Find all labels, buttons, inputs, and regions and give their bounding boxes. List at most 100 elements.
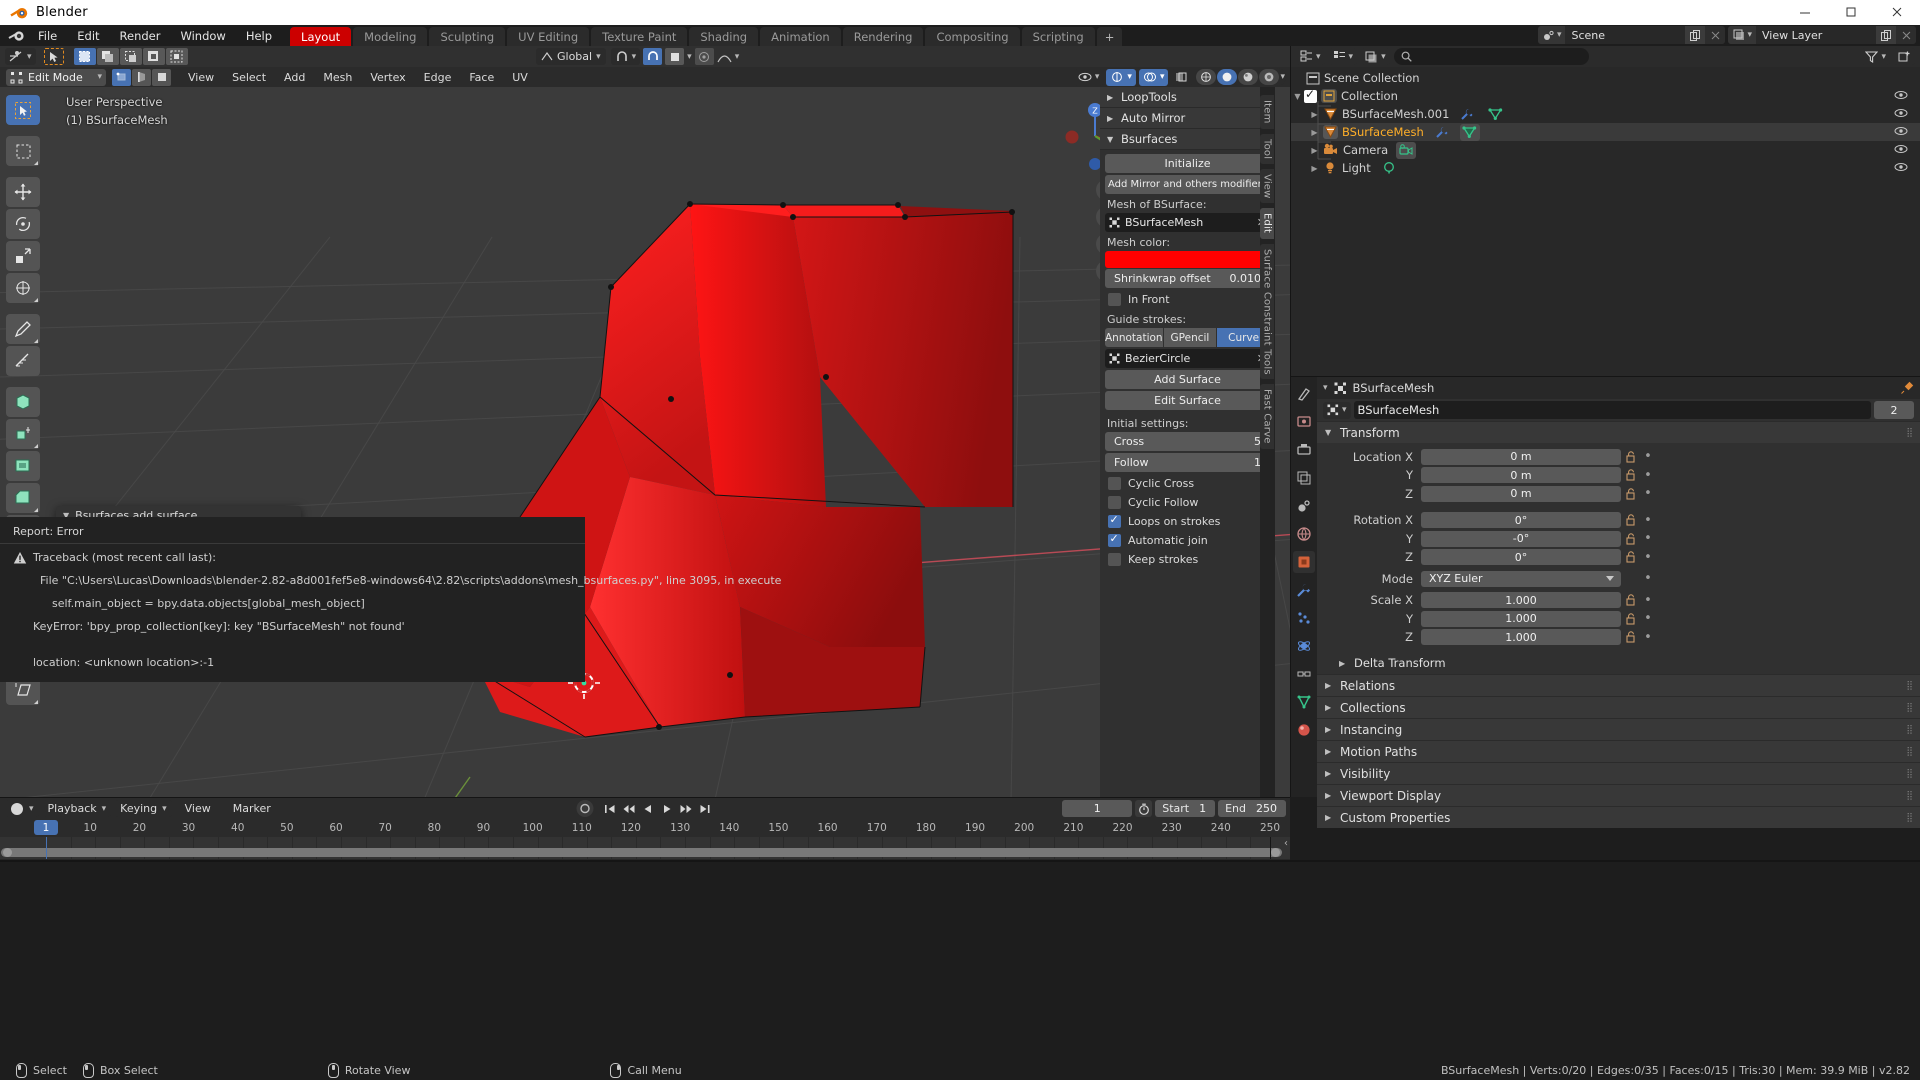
properties-tab-render-icon[interactable] <box>1293 411 1315 433</box>
tab-rendering[interactable]: Rendering <box>842 27 924 46</box>
outliner-row-collection[interactable]: ▼ Collection <box>1291 87 1920 105</box>
frame-end-field[interactable]: End 250 <box>1218 800 1286 817</box>
delete-viewlayer-icon[interactable] <box>1896 26 1916 44</box>
outliner-row-bsurfacemesh-001[interactable]: ▶ BSurfaceMesh.001 <box>1291 105 1920 123</box>
timeline-menu-marker[interactable]: Marker <box>224 802 280 815</box>
properties-tab-view-layer-icon[interactable] <box>1293 467 1315 489</box>
blender-menu-icon[interactable] <box>6 26 28 46</box>
properties-section-relations[interactable]: ▶ Relations ⣿ <box>1317 674 1920 696</box>
vtab-view[interactable]: View <box>1260 168 1274 204</box>
divider[interactable] <box>1291 376 1920 377</box>
new-scene-icon[interactable] <box>1685 26 1706 44</box>
animate-dot-icon[interactable]: • <box>1641 486 1655 501</box>
location-y-input[interactable]: 0 m <box>1421 467 1621 484</box>
properties-section-delta-transform[interactable]: ▶ Delta Transform <box>1317 652 1920 674</box>
menu-edit[interactable]: Edit <box>67 25 109 46</box>
divider[interactable] <box>0 797 1290 798</box>
rotation-mode-dropdown[interactable]: XYZ Euler <box>1421 570 1621 587</box>
menu-help[interactable]: Help <box>236 25 282 46</box>
keying-dropdown[interactable]: Keying ▾ <box>115 800 172 817</box>
properties-section-collections[interactable]: ▶ Collections ⣿ <box>1317 696 1920 718</box>
tool-select-box-icon[interactable] <box>6 136 40 166</box>
tab-annotation[interactable]: Annotation <box>1105 328 1163 347</box>
current-frame-input[interactable]: 1 <box>1062 800 1133 817</box>
tab-sculpting[interactable]: Sculpting <box>429 27 506 46</box>
select-subtract-icon[interactable] <box>119 48 142 65</box>
tab-compositing[interactable]: Compositing <box>925 27 1020 46</box>
timeline-track[interactable]: ‹ <box>0 837 1290 859</box>
properties-tab-world-icon[interactable] <box>1293 523 1315 545</box>
overlays-dropdown[interactable]: ▾ <box>1138 68 1169 86</box>
tool-tweak-icon[interactable] <box>6 95 40 125</box>
follow-field[interactable]: Follow 1 <box>1105 453 1270 472</box>
vertex-select-mode-icon[interactable] <box>112 68 131 86</box>
rotation-y-input[interactable]: -0° <box>1421 530 1621 547</box>
animate-dot-icon[interactable]: • <box>1641 571 1655 586</box>
tab-modeling[interactable]: Modeling <box>353 27 428 46</box>
new-viewlayer-icon[interactable] <box>1876 26 1896 44</box>
automatic-join-checkbox[interactable]: Automatic join <box>1105 531 1270 550</box>
mesh-of-bsurface-field[interactable]: BSurfaceMesh ✕ <box>1105 213 1270 232</box>
lock-icon[interactable] <box>1621 613 1641 625</box>
mesh-color-swatch[interactable] <box>1105 251 1270 268</box>
vp-menu-view[interactable]: View <box>179 67 223 87</box>
lock-icon[interactable] <box>1621 551 1641 563</box>
properties-tab-modifier-icon[interactable] <box>1293 579 1315 601</box>
properties-tab-data-icon[interactable] <box>1293 691 1315 713</box>
vp-menu-uv[interactable]: UV <box>503 67 537 87</box>
snap-target-dropdown[interactable]: ▾ <box>610 48 641 65</box>
animate-dot-icon[interactable]: • <box>1641 611 1655 626</box>
chevron-right-icon[interactable]: ▶ <box>1308 128 1321 137</box>
visibility-dropdown[interactable]: ▾ <box>1073 68 1104 86</box>
mesh-data-icon[interactable] <box>1459 123 1480 141</box>
tab-animation[interactable]: Animation <box>760 27 841 46</box>
jump-to-next-keyframe-button[interactable] <box>677 800 695 817</box>
pin-icon[interactable] <box>1900 381 1914 395</box>
tool-extrude-icon[interactable] <box>6 419 40 449</box>
add-surface-button[interactable]: Add Surface <box>1105 370 1270 389</box>
lock-icon[interactable] <box>1621 631 1641 643</box>
animate-dot-icon[interactable]: • <box>1641 449 1655 464</box>
lock-icon[interactable] <box>1621 488 1641 500</box>
delete-scene-icon[interactable] <box>1705 26 1726 44</box>
mesh-data-icon[interactable] <box>1485 106 1505 123</box>
select-intersect-icon[interactable] <box>165 48 188 65</box>
eye-icon[interactable] <box>1894 125 1908 140</box>
object-browse-dropdown[interactable]: ▾ <box>1323 401 1351 419</box>
edit-surface-button[interactable]: Edit Surface <box>1105 391 1270 410</box>
scale-x-input[interactable]: 1.000 <box>1421 592 1621 609</box>
lock-icon[interactable] <box>1621 514 1641 526</box>
snap-toggle-icon[interactable] <box>643 48 663 65</box>
outliner-row-camera[interactable]: ▶ Camera <box>1291 141 1920 159</box>
gizmo-dropdown[interactable]: ▾ <box>1106 68 1136 86</box>
animate-dot-icon[interactable]: • <box>1641 630 1655 645</box>
properties-tab-scene-icon[interactable] <box>1293 495 1315 517</box>
transform-orientation-dropdown[interactable]: Global ▾ <box>536 48 606 65</box>
scale-y-input[interactable]: 1.000 <box>1421 610 1621 627</box>
lock-icon[interactable] <box>1621 451 1641 463</box>
object-name-input[interactable]: BSurfaceMesh <box>1353 401 1871 419</box>
timeline-ruler[interactable]: 10 20 30 40 50 60 70 80 90 100 110 120 130 140 150 160 1… <box>0 819 1290 837</box>
timeline-collapse-arrow-icon[interactable]: ‹ <box>1284 838 1288 849</box>
timeline-menu-view[interactable]: View <box>176 802 220 815</box>
keep-strokes-checkbox[interactable]: Keep strokes <box>1105 550 1270 569</box>
rendered-shading-icon[interactable] <box>1259 69 1280 85</box>
properties-tab-output-icon[interactable] <box>1293 439 1315 461</box>
menu-render[interactable]: Render <box>110 25 171 46</box>
tool-annotate-icon[interactable] <box>6 314 40 344</box>
eye-icon[interactable] <box>1894 107 1908 122</box>
transform-pivot-dropdown[interactable]: ▾ <box>5 48 36 65</box>
scale-z-input[interactable]: 1.000 <box>1421 629 1621 646</box>
outliner-search-input[interactable] <box>1393 48 1589 65</box>
tab-gpencil[interactable]: GPencil <box>1163 328 1217 347</box>
menu-file[interactable]: File <box>28 25 67 46</box>
divider[interactable] <box>1290 46 1291 797</box>
cross-field[interactable]: Cross 5 <box>1105 432 1270 451</box>
outliner-row-bsurfacemesh[interactable]: ▶ BSurfaceMesh <box>1291 123 1920 141</box>
vtab-edit[interactable]: Edit <box>1260 208 1274 239</box>
xray-toggle[interactable] <box>1171 68 1193 86</box>
vtab-item[interactable]: Item <box>1260 95 1274 129</box>
timeline-horizontal-scrollbar[interactable] <box>1 848 1282 857</box>
outliner-filter-scene-dropdown[interactable]: ▾ <box>1361 48 1390 65</box>
light-data-icon[interactable] <box>1379 160 1399 177</box>
